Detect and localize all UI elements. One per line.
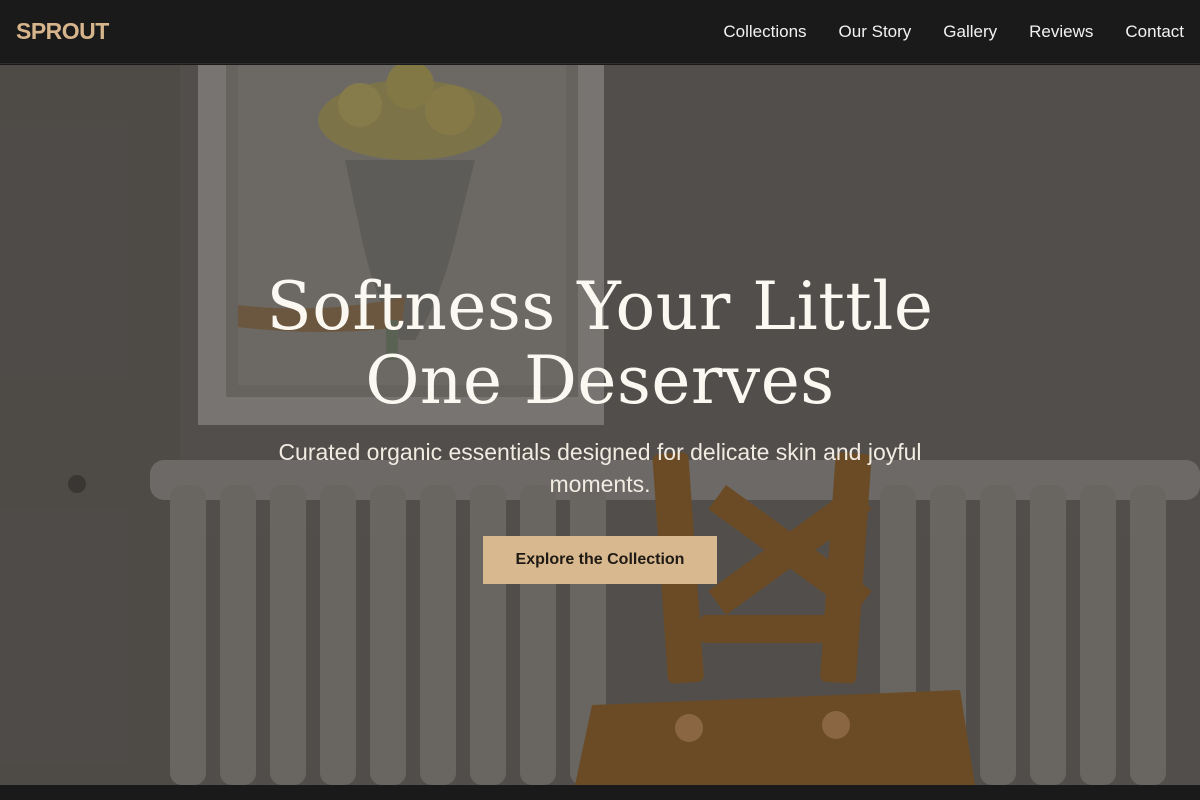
nav-link-gallery[interactable]: Gallery <box>943 22 997 42</box>
nav-link-collections[interactable]: Collections <box>723 22 806 42</box>
footer-strip <box>0 785 1200 800</box>
nav-link-reviews[interactable]: Reviews <box>1029 22 1093 42</box>
hero-section: Softness Your Little One Deserves Curate… <box>0 65 1200 785</box>
nav-link-our-story[interactable]: Our Story <box>839 22 912 42</box>
brand-logo[interactable]: SPROUT <box>16 18 109 45</box>
hero-title: Softness Your Little One Deserves <box>266 268 934 419</box>
hero-content: Softness Your Little One Deserves Curate… <box>0 270 1200 584</box>
explore-collection-button[interactable]: Explore the Collection <box>483 536 717 584</box>
top-navbar: SPROUT Collections Our Story Gallery Rev… <box>0 0 1200 64</box>
nav-link-contact[interactable]: Contact <box>1125 22 1184 42</box>
hero-subtitle: Curated organic essentials designed for … <box>278 439 922 497</box>
main-navigation: Collections Our Story Gallery Reviews Co… <box>691 22 1184 42</box>
